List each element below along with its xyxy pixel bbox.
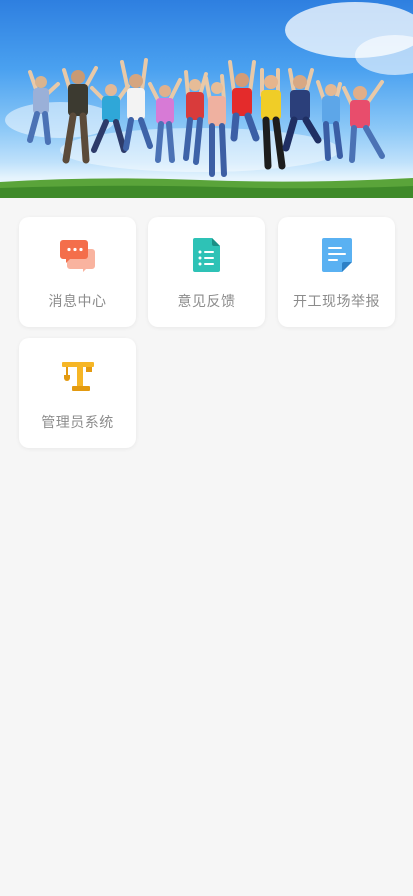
admin-system-label: 管理员系统 [41, 415, 114, 431]
feedback-card[interactable]: 意见反馈 [148, 217, 265, 327]
chat-bubbles-icon [59, 237, 96, 273]
message-center-label: 消息中心 [48, 294, 107, 310]
message-center-card[interactable]: 消息中心 [19, 217, 136, 327]
feedback-document-icon [189, 237, 225, 273]
report-document-icon [319, 237, 355, 273]
banner-image [0, 0, 413, 198]
feedback-label: 意见反馈 [177, 294, 236, 310]
admin-system-card[interactable]: 管理员系统 [19, 338, 136, 448]
tower-crane-icon [60, 358, 96, 394]
site-report-label: 开工现场举报 [293, 294, 380, 310]
jumping-people-illustration [0, 2, 413, 198]
site-report-card[interactable]: 开工现场举报 [278, 217, 395, 327]
